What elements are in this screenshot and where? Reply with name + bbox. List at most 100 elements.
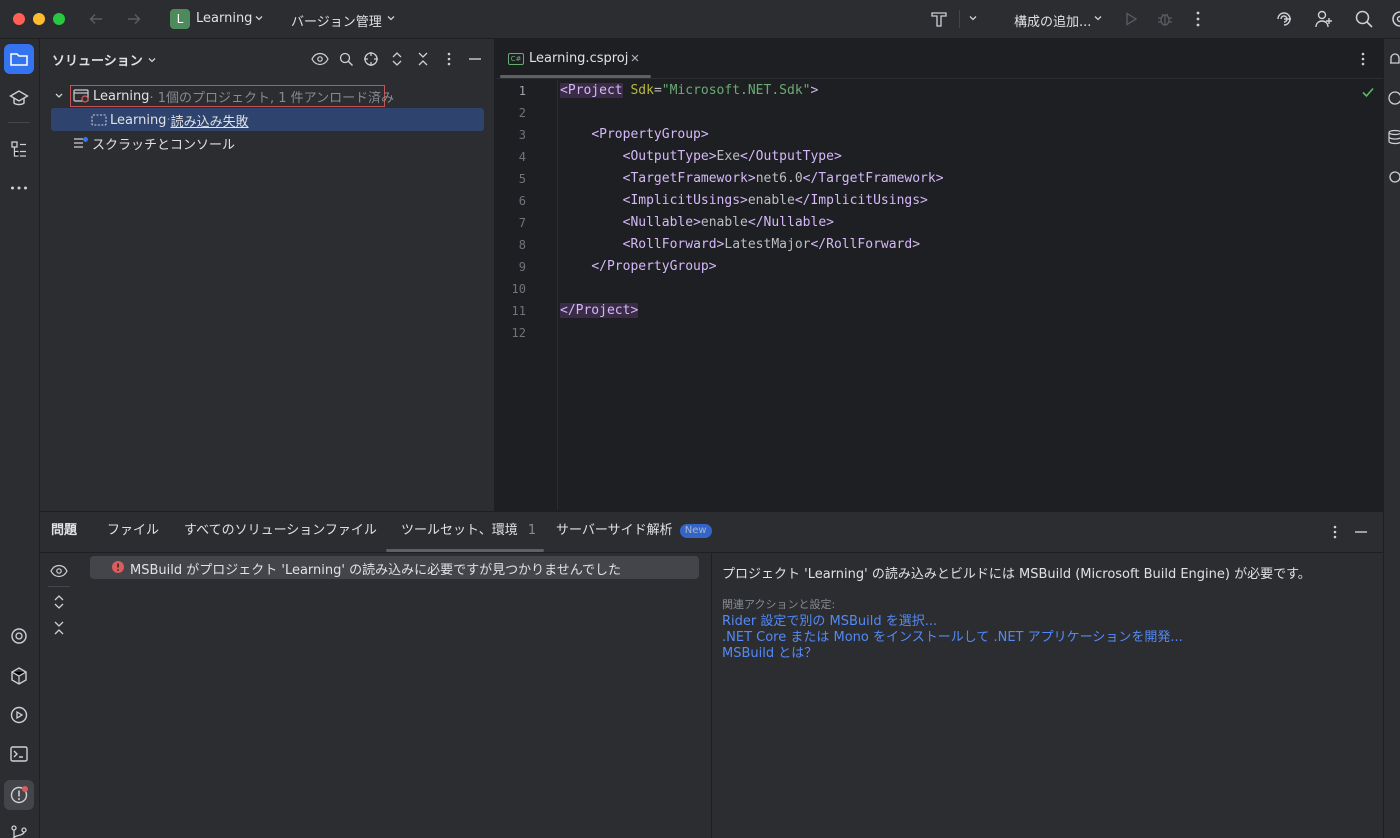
- problem-message: MSBuild がプロジェクト 'Learning' の読み込みに必要ですが見つ…: [130, 563, 622, 578]
- debug-icon[interactable]: [1156, 10, 1174, 28]
- ai-assistant-icon[interactable]: [1274, 9, 1294, 29]
- chevron-down-icon[interactable]: [147, 55, 157, 65]
- more-vertical-icon[interactable]: [1190, 10, 1206, 28]
- hide-panel-icon[interactable]: [1353, 524, 1369, 540]
- chevron-down-icon[interactable]: [386, 13, 396, 23]
- xml-text: LatestMajor: [724, 237, 811, 252]
- chevron-down-icon[interactable]: [254, 13, 264, 23]
- editor-area: C# Learning.csproj 1 2 3 4 5 6 7 8 9 10 …: [496, 39, 1383, 511]
- gutter-divider: [557, 80, 558, 510]
- chevron-down-icon[interactable]: [968, 13, 978, 23]
- run-configuration-selector[interactable]: 構成の追加...: [1014, 11, 1091, 30]
- hammer-icon[interactable]: [929, 9, 949, 29]
- csproj-file-icon: C#: [508, 53, 524, 65]
- more-icon[interactable]: [4, 173, 34, 203]
- line-number: 9: [518, 260, 526, 274]
- services-icon[interactable]: [4, 700, 34, 730]
- code-line: </PropertyGroup>: [560, 256, 1360, 278]
- database-icon[interactable]: [1387, 129, 1400, 145]
- xml-text: enable: [747, 193, 795, 208]
- eye-settings-icon[interactable]: [311, 51, 329, 67]
- line-number: 10: [511, 282, 526, 296]
- line-number: 6: [518, 194, 526, 208]
- xml-text: net6.0: [755, 171, 803, 186]
- xml-tag: <ImplicitUsings>: [622, 193, 748, 208]
- what-is-msbuild-link[interactable]: MSBuild とは？: [722, 642, 817, 661]
- chevron-down-icon[interactable]: [54, 91, 64, 101]
- code-line: <RollForward>LatestMajor</RollForward>: [560, 234, 1360, 256]
- code-line: <Project Sdk="Microsoft.NET.Sdk">: [560, 80, 1360, 102]
- xml-tag: <TargetFramework>: [622, 171, 756, 186]
- locate-icon[interactable]: [363, 51, 379, 67]
- tree-item-project[interactable]: Learning · 読み込み失敗: [91, 109, 249, 131]
- line-number: 4: [518, 150, 526, 164]
- learn-icon[interactable]: [4, 83, 34, 113]
- problems-tool-window: 問題 ファイル すべてのソリューションファイル ツールセット、環境 1 サーバー…: [40, 511, 1383, 838]
- structure-icon[interactable]: [4, 134, 34, 164]
- line-number: 11: [511, 304, 526, 318]
- code-line: <ImplicitUsings>enable</ImplicitUsings>: [560, 190, 1360, 212]
- toolbar-divider: [959, 10, 960, 28]
- terminal-icon[interactable]: [4, 739, 34, 769]
- check-icon[interactable]: [1361, 85, 1375, 99]
- project-avatar[interactable]: L: [170, 9, 190, 29]
- run-icon[interactable]: [1123, 11, 1139, 27]
- more-vertical-icon[interactable]: [1327, 524, 1343, 540]
- ai-icon[interactable]: [4, 621, 34, 651]
- eye-icon[interactable]: [50, 563, 68, 579]
- zoom-window-button[interactable]: [53, 13, 65, 25]
- folder-icon[interactable]: [4, 44, 34, 74]
- plugin-icon[interactable]: [1387, 169, 1400, 185]
- minimize-window-button[interactable]: [33, 13, 45, 25]
- tree-item-solution[interactable]: Learning · 1個のプロジェクト, 1 件アンロード済み: [70, 85, 394, 107]
- stripe-divider: [8, 122, 30, 123]
- tab-toolset-label: ツールセット、環境: [401, 523, 518, 538]
- nuget-icon[interactable]: [4, 661, 34, 691]
- problem-list-item[interactable]: MSBuild がプロジェクト 'Learning' の読み込みに必要ですが見つ…: [90, 556, 699, 579]
- tab-toolset-environment[interactable]: ツールセット、環境 1: [401, 512, 536, 552]
- close-window-button[interactable]: [13, 13, 25, 25]
- ai-icon[interactable]: [1387, 90, 1400, 106]
- problems-icon[interactable]: [4, 780, 34, 810]
- close-tab-icon[interactable]: [630, 53, 640, 63]
- git-icon[interactable]: [4, 819, 34, 838]
- project-load-failed-link[interactable]: 読み込み失敗: [171, 111, 249, 130]
- tab-toolset-count: 1: [527, 523, 537, 538]
- hide-panel-icon[interactable]: [467, 51, 483, 67]
- line-number: 2: [518, 106, 526, 120]
- settings-icon[interactable]: [1390, 9, 1400, 29]
- solution-panel-title[interactable]: ソリューション: [52, 50, 143, 69]
- search-icon[interactable]: [1354, 9, 1374, 29]
- chevron-down-icon[interactable]: [1093, 13, 1103, 23]
- collapse-icon[interactable]: [51, 620, 67, 636]
- tab-server-side-analysis[interactable]: サーバーサイド解析 New: [556, 512, 712, 552]
- xml-tag: </Project>: [560, 303, 639, 318]
- left-tool-stripe: [0, 39, 40, 838]
- more-vertical-icon[interactable]: [1355, 51, 1371, 67]
- solution-panel: ソリューション Learning · 1個のプロジェクト, 1 件アンロード済み: [40, 39, 495, 511]
- expand-icon[interactable]: [51, 594, 67, 610]
- forward-arrow-icon[interactable]: [126, 11, 142, 27]
- code-line: <TargetFramework>net6.0</TargetFramework…: [560, 168, 1360, 190]
- more-vertical-icon[interactable]: [441, 51, 457, 67]
- project-name[interactable]: Learning: [196, 11, 252, 26]
- splitter[interactable]: [711, 553, 712, 838]
- tab-problems[interactable]: 問題: [51, 512, 77, 552]
- add-user-icon[interactable]: [1314, 9, 1334, 29]
- editor-tab-label[interactable]: Learning.csproj: [529, 51, 628, 66]
- line-number: 3: [518, 128, 526, 142]
- code-editor[interactable]: <Project Sdk="Microsoft.NET.Sdk"> <Prope…: [560, 80, 1360, 344]
- back-arrow-icon[interactable]: [88, 11, 104, 27]
- vcs-menu[interactable]: バージョン管理: [291, 11, 382, 30]
- tab-all-solution-files[interactable]: すべてのソリューションファイル: [184, 512, 377, 552]
- code-line: <Nullable>enable</Nullable>: [560, 212, 1360, 234]
- xml-tag-close: >: [810, 83, 819, 98]
- xml-equals: =: [653, 83, 662, 98]
- notifications-icon[interactable]: [1387, 51, 1400, 67]
- collapse-all-icon[interactable]: [415, 51, 431, 67]
- tab-file[interactable]: ファイル: [107, 512, 159, 552]
- search-icon[interactable]: [338, 51, 354, 67]
- tree-item-scratches[interactable]: スクラッチとコンソール: [73, 132, 235, 154]
- expand-all-icon[interactable]: [389, 51, 405, 67]
